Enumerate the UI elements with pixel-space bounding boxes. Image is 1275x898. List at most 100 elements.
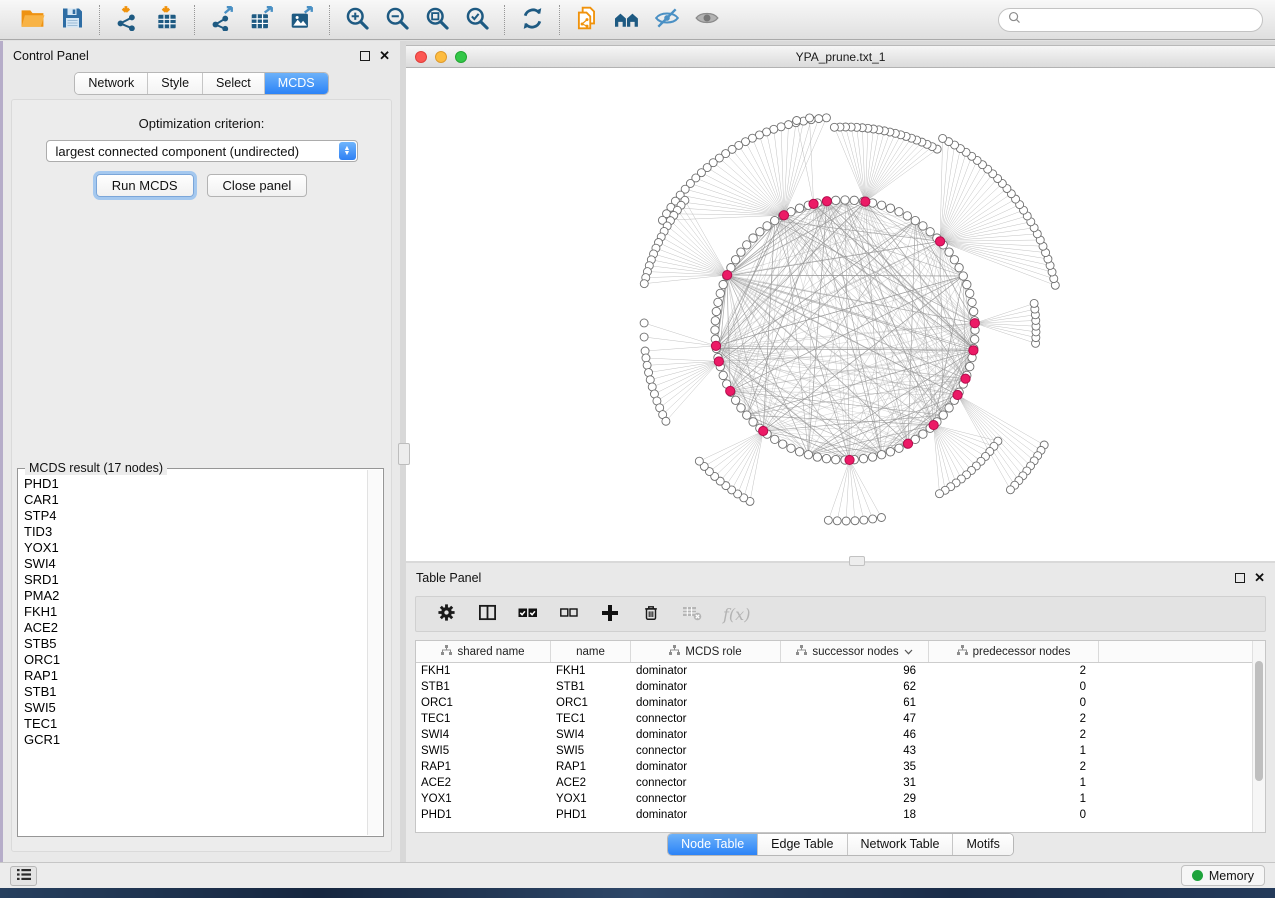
table-scrollbar[interactable]: [1252, 641, 1265, 832]
mcds-result-item[interactable]: GCR1: [20, 732, 366, 748]
table-row[interactable]: SWI5SWI5connector431: [416, 743, 1265, 759]
float-panel-icon[interactable]: [1235, 573, 1245, 583]
mcds-result-item[interactable]: SWI5: [20, 700, 366, 716]
vertical-splitter-handle[interactable]: [398, 443, 410, 465]
table-row[interactable]: FKH1FKH1dominator962: [416, 663, 1265, 679]
table-scrollbar-thumb[interactable]: [1255, 661, 1263, 781]
tab-style[interactable]: Style: [147, 73, 202, 94]
plus-icon: [601, 604, 619, 625]
table-options-button[interactable]: [436, 604, 456, 624]
zoom-in-button[interactable]: [337, 4, 377, 36]
eye-icon: [693, 5, 721, 34]
mcds-result-item[interactable]: ORC1: [20, 652, 366, 668]
mcds-result-item[interactable]: PMA2: [20, 588, 366, 604]
table-row[interactable]: ACE2ACE2connector311: [416, 775, 1265, 791]
eye-slash-icon: [653, 5, 681, 34]
network-canvas[interactable]: [406, 68, 1275, 561]
table-cell: connector: [631, 743, 781, 759]
import-network-button[interactable]: [107, 4, 147, 36]
first-neighbors-button[interactable]: [607, 4, 647, 36]
table-row[interactable]: YOX1YOX1connector291: [416, 791, 1265, 807]
mcds-result-item[interactable]: FKH1: [20, 604, 366, 620]
column-header-shared-name[interactable]: shared name: [416, 641, 551, 662]
tab-mcds[interactable]: MCDS: [264, 73, 328, 94]
tab-edge-table[interactable]: Edge Table: [757, 834, 846, 855]
hide-selected-button[interactable]: [647, 4, 687, 36]
column-header-successor-nodes[interactable]: successor nodes: [781, 641, 929, 662]
table-row[interactable]: SWI4SWI4dominator462: [416, 727, 1265, 743]
table-cell: ACE2: [551, 775, 631, 791]
close-panel-icon[interactable]: ✕: [1254, 573, 1265, 583]
mcds-result-item[interactable]: CAR1: [20, 492, 366, 508]
split-panel-button[interactable]: [477, 604, 497, 624]
table-row[interactable]: RAP1RAP1dominator352: [416, 759, 1265, 775]
export-image-button[interactable]: [282, 4, 322, 36]
mcds-result-item[interactable]: TID3: [20, 524, 366, 540]
close-panel-button[interactable]: Close panel: [207, 174, 308, 197]
shared-column-icon: [957, 645, 968, 658]
run-mcds-button[interactable]: Run MCDS: [96, 174, 194, 197]
export-network-button[interactable]: [202, 4, 242, 36]
table-row[interactable]: ORC1ORC1dominator610: [416, 695, 1265, 711]
table-row[interactable]: PHD1PHD1dominator180: [416, 807, 1265, 823]
horizontal-splitter-handle[interactable]: [849, 556, 865, 566]
mcds-result-item[interactable]: YOX1: [20, 540, 366, 556]
mcds-result-item[interactable]: TEC1: [20, 716, 366, 732]
mcds-result-item[interactable]: RAP1: [20, 668, 366, 684]
table-cell: STB1: [416, 679, 551, 695]
float-panel-icon[interactable]: [360, 51, 370, 61]
table-cell: 2: [929, 727, 1099, 743]
close-window-icon[interactable]: [415, 51, 427, 63]
minimize-window-icon[interactable]: [435, 51, 447, 63]
zoom-fit-button[interactable]: [417, 4, 457, 36]
show-panels-button[interactable]: [10, 866, 37, 886]
delete-column-button[interactable]: [641, 604, 661, 624]
close-panel-icon[interactable]: ✕: [379, 51, 390, 61]
maximize-window-icon[interactable]: [455, 51, 467, 63]
column-header-predecessor-nodes[interactable]: predecessor nodes: [929, 641, 1099, 662]
export-table-button[interactable]: [242, 4, 282, 36]
network-graph[interactable]: [406, 68, 1275, 560]
mcds-result-item[interactable]: PHD1: [20, 476, 366, 492]
save-session-button[interactable]: [52, 4, 92, 36]
search-input[interactable]: [1026, 12, 1253, 28]
memory-button[interactable]: Memory: [1181, 865, 1265, 886]
column-header-MCDS-role[interactable]: MCDS role: [631, 641, 781, 662]
zoom-out-button[interactable]: [377, 4, 417, 36]
table-row[interactable]: TEC1TEC1connector472: [416, 711, 1265, 727]
apply-layout-button[interactable]: [512, 4, 552, 36]
zoom-selected-icon: [464, 5, 491, 35]
mcds-result-item[interactable]: STP4: [20, 508, 366, 524]
select-all-button[interactable]: [518, 604, 538, 624]
tab-node-table[interactable]: Node Table: [668, 834, 757, 855]
mcds-result-item[interactable]: STB1: [20, 684, 366, 700]
import-table-button[interactable]: [147, 4, 187, 36]
table-cell: 1: [929, 775, 1099, 791]
delete-table-button: [682, 604, 702, 624]
mcds-result-item[interactable]: ACE2: [20, 620, 366, 636]
show-all-button[interactable]: [687, 4, 727, 36]
mcds-result-item[interactable]: SRD1: [20, 572, 366, 588]
zoom-fit-icon: [424, 5, 451, 35]
save-floppy-icon: [60, 6, 85, 33]
mcds-list-scrollbar[interactable]: [367, 470, 382, 835]
optimization-criterion-label: Optimization criterion:: [12, 116, 391, 131]
mcds-result-item[interactable]: STB5: [20, 636, 366, 652]
tab-motifs[interactable]: Motifs: [952, 834, 1012, 855]
table-row[interactable]: STB1STB1dominator620: [416, 679, 1265, 695]
unselect-all-button[interactable]: [559, 604, 579, 624]
tab-select[interactable]: Select: [202, 73, 264, 94]
control-panel-title: Control Panel: [13, 49, 89, 63]
zoom-selected-button[interactable]: [457, 4, 497, 36]
tab-network-table[interactable]: Network Table: [847, 834, 953, 855]
mcds-result-item[interactable]: SWI4: [20, 556, 366, 572]
add-column-button[interactable]: [600, 604, 620, 624]
search-box[interactable]: [998, 8, 1263, 32]
network-window-titlebar[interactable]: YPA_prune.txt_1: [406, 46, 1275, 68]
column-header-filler: [1099, 641, 1265, 662]
open-session-button[interactable]: [12, 4, 52, 36]
column-header-name[interactable]: name: [551, 641, 631, 662]
export-web-button[interactable]: [567, 4, 607, 36]
tab-network[interactable]: Network: [75, 73, 147, 94]
optimization-criterion-select[interactable]: largest connected component (undirected)…: [46, 140, 358, 162]
